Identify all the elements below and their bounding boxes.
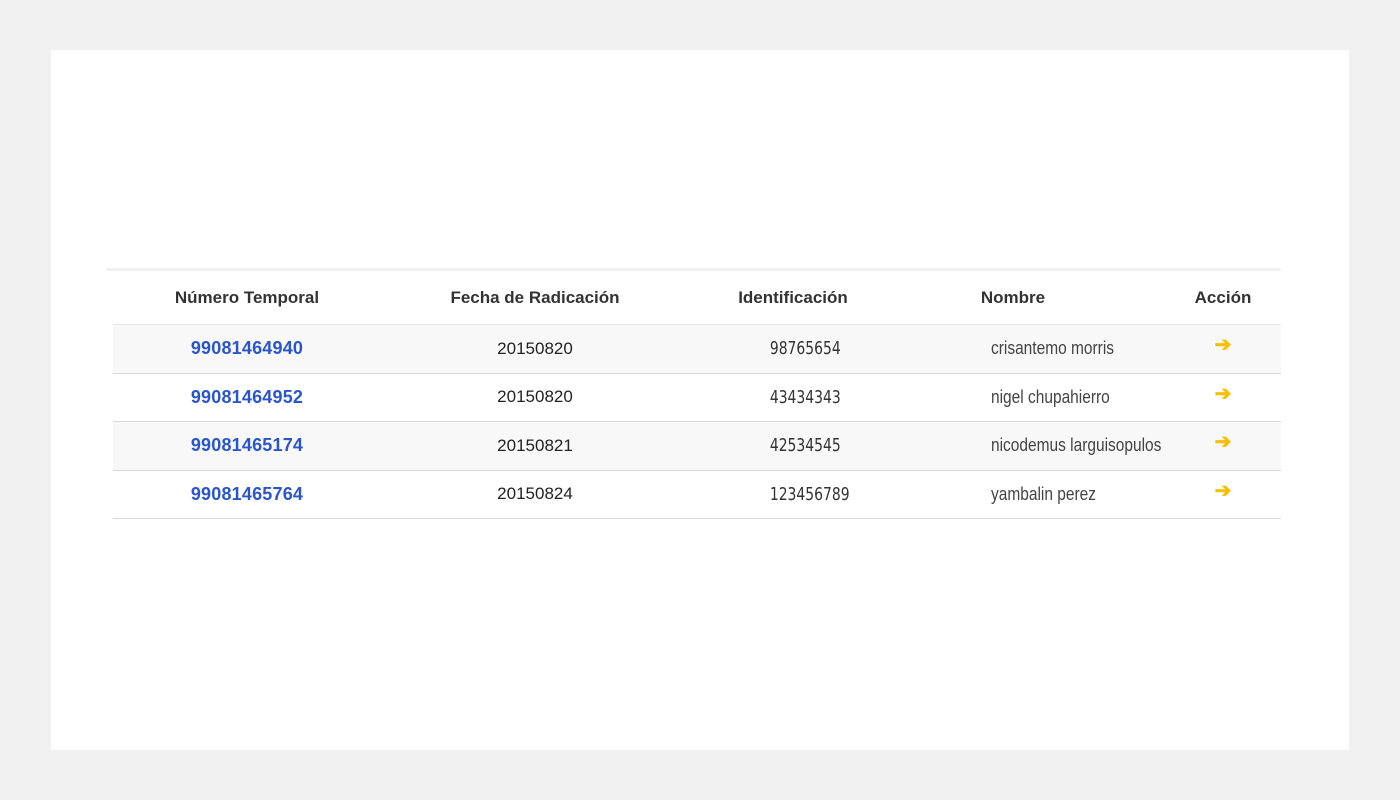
nombre-cell: crisantemo morris xyxy=(991,338,1115,359)
identificacion-cell: 123456789 xyxy=(769,483,850,505)
numero-temporal-link[interactable]: 99081464940 xyxy=(191,338,303,358)
fecha-cell: 20150820 xyxy=(497,338,573,358)
results-table: Número Temporal Fecha de Radicación Iden… xyxy=(106,268,1281,519)
nombre-cell: nigel chupahierro xyxy=(991,386,1110,407)
identificacion-cell: 98765654 xyxy=(769,338,841,360)
numero-temporal-link[interactable]: 99081464952 xyxy=(191,387,303,407)
numero-temporal-link[interactable]: 99081465764 xyxy=(191,484,303,504)
fecha-cell: 20150820 xyxy=(497,387,573,407)
arrow-right-icon[interactable]: ➔ xyxy=(1215,432,1232,452)
identificacion-cell: 42534545 xyxy=(769,435,841,457)
header-accion: Acción xyxy=(1194,287,1252,307)
identificacion-cell: 43434343 xyxy=(769,386,841,408)
arrow-right-icon[interactable]: ➔ xyxy=(1215,481,1232,501)
nombre-cell: nicodemus larguisopulos xyxy=(991,435,1162,456)
header-fecha-radicacion: Fecha de Radicación xyxy=(450,287,620,307)
nombre-cell: yambalin perez xyxy=(991,483,1096,504)
numero-temporal-link[interactable]: 99081465174 xyxy=(191,435,303,455)
table-row: 99081464952 20150820 43434343 nigel chup… xyxy=(113,374,1281,422)
table-row: 99081464940 20150820 98765654 crisantemo… xyxy=(113,325,1281,374)
content-card: Número Temporal Fecha de Radicación Iden… xyxy=(51,50,1349,750)
header-numero-temporal: Número Temporal xyxy=(174,287,320,307)
header-nombre: Nombre xyxy=(980,287,1046,307)
table-header-row: Número Temporal Fecha de Radicación Iden… xyxy=(113,271,1281,325)
arrow-right-icon[interactable]: ➔ xyxy=(1215,384,1232,404)
header-identificacion: Identificación xyxy=(738,287,848,307)
table-row: 99081465174 20150821 42534545 nicodemus … xyxy=(113,422,1281,471)
table-row: 99081465764 20150824 123456789 yambalin … xyxy=(113,471,1281,519)
fecha-cell: 20150821 xyxy=(497,435,573,455)
arrow-right-icon[interactable]: ➔ xyxy=(1215,335,1232,355)
fecha-cell: 20150824 xyxy=(497,484,573,504)
